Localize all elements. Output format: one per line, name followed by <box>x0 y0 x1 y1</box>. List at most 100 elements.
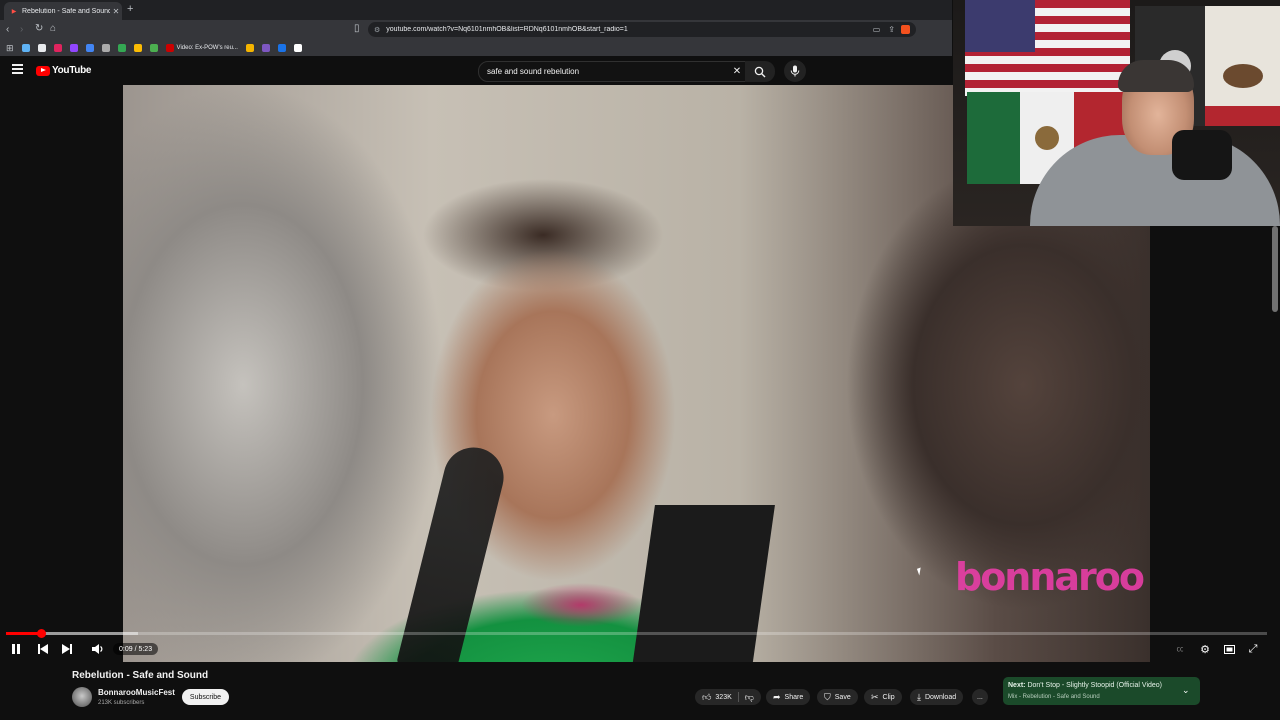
address-bar[interactable]: ⚙ youtube.com/watch?v=Nq6101nmhOB&list=R… <box>368 22 916 37</box>
back-icon[interactable]: ‹ <box>6 24 9 35</box>
browser-tabbar <box>0 0 952 20</box>
like-count[interactable]: 323K <box>715 694 731 701</box>
next-video-title: Don't Stop - Slightly Stoopid (Official … <box>1027 682 1163 689</box>
save-button[interactable]: ⛉ Save <box>817 689 858 705</box>
microphone-stand <box>396 441 510 662</box>
clip-icon: ✂ <box>871 691 879 702</box>
search-input[interactable]: safe and sound rebelution <box>487 67 729 76</box>
site-info-icon[interactable]: ⚙ <box>374 26 380 34</box>
subscriber-count: 213K subscribers <box>98 700 145 706</box>
like-divider <box>737 692 739 702</box>
previous-button[interactable] <box>36 642 50 656</box>
clip-button[interactable]: ✂ Clip <box>864 689 902 705</box>
more-actions-button[interactable]: ... <box>972 689 988 705</box>
search-icon <box>754 66 766 77</box>
clear-search-icon[interactable]: ✕ <box>729 66 745 77</box>
tab-close-icon[interactable]: ✕ <box>110 7 122 16</box>
youtube-logo[interactable]: YouTube <box>36 65 92 76</box>
cast-icon[interactable]: ▭ <box>873 25 881 34</box>
theater-mode-icon <box>1223 644 1235 654</box>
share-label: Share <box>784 693 804 701</box>
played-bar <box>6 632 42 635</box>
download-icon: ⤓ <box>917 691 921 702</box>
reload-icon[interactable]: ↻ <box>35 23 43 34</box>
search-box[interactable]: safe and sound rebelution ✕ <box>478 61 746 82</box>
subscribe-button[interactable]: Subscribe <box>182 689 229 705</box>
channel-name[interactable]: BonnarooMusicFest <box>98 688 175 697</box>
page-scrollbar[interactable] <box>1272 226 1278 312</box>
dislike-icon[interactable]: 👎︎ <box>745 692 754 703</box>
bookmark-favicon-icon[interactable] <box>53 44 62 52</box>
search-button[interactable] <box>745 61 775 82</box>
fullscreen-button[interactable]: ⤢ <box>1246 642 1260 656</box>
miniplayer-button[interactable] <box>1222 642 1236 656</box>
person-headwear <box>1118 60 1194 92</box>
next-icon <box>62 644 72 654</box>
bookmark-favicon-icon[interactable] <box>69 44 78 52</box>
guitar-strap <box>631 505 775 662</box>
fullscreen-icon: ⤢ <box>1248 642 1258 655</box>
next-video-line[interactable]: Next: Don't Stop - Slightly Stoopid (Off… <box>1008 682 1162 689</box>
save-icon: ⛉ <box>824 691 831 702</box>
us-flag-image <box>965 0 1130 96</box>
microphone-image <box>1172 130 1232 180</box>
tab-title: Rebelution - Safe and Sound <box>22 7 110 15</box>
channel-avatar[interactable] <box>72 687 92 707</box>
bookmark-favicon-icon[interactable] <box>149 44 158 52</box>
pause-icon <box>12 644 20 654</box>
video-title: Rebelution - Safe and Sound <box>72 670 209 681</box>
share-button[interactable]: ➦ Share <box>766 689 811 705</box>
bonnaroo-watermark: bonnaroo <box>955 555 1145 599</box>
bookmark-favicon-icon[interactable] <box>117 44 126 52</box>
download-label: Download <box>924 693 957 701</box>
scrubber-handle[interactable] <box>37 629 47 638</box>
bookmark-favicon-icon[interactable] <box>277 44 286 52</box>
pause-button[interactable] <box>9 642 23 656</box>
mix-label: Mix - Rebelution - Safe and Sound <box>1008 694 1100 700</box>
time-display: 0:09 / 5:23 <box>113 643 159 655</box>
previous-icon <box>38 644 48 654</box>
new-tab-button[interactable]: + <box>127 3 133 15</box>
bookmark-favicon-icon[interactable] <box>261 44 270 52</box>
share-page-icon[interactable]: ⇪ <box>888 25 895 34</box>
volume-icon <box>92 644 103 654</box>
bookmark-icon[interactable]: ▯ <box>354 23 360 34</box>
settings-button[interactable]: ⚙ <box>1198 642 1212 656</box>
next-prefix: Next: <box>1008 682 1026 689</box>
microphone-icon <box>790 65 800 77</box>
bookmarks-bar: ⊞ Video: Ex-POW's reu... <box>0 40 952 57</box>
forward-icon[interactable]: › <box>20 24 23 35</box>
bookmark-favicon-icon[interactable] <box>165 44 174 52</box>
brave-shield-icon[interactable] <box>901 25 910 34</box>
progress-bar[interactable] <box>6 629 1267 638</box>
bookmark-favicon-icon[interactable] <box>21 44 30 52</box>
apps-grid-icon[interactable]: ⊞ <box>6 43 14 54</box>
menu-icon[interactable] <box>12 64 23 74</box>
like-dislike-group: 👍︎ 323K 👎︎ <box>695 689 761 705</box>
bookmark-favicon-icon[interactable] <box>37 44 46 52</box>
captions-button[interactable]: ㏄ <box>1173 642 1187 656</box>
bookmark-favicon-icon[interactable] <box>245 44 254 52</box>
bookmark-favicon-icon[interactable] <box>85 44 94 52</box>
more-icon: ... <box>977 693 983 701</box>
youtube-play-icon <box>36 65 50 76</box>
address-url: youtube.com/watch?v=Nq6101nmhOB&list=RDN… <box>386 26 628 33</box>
next-button[interactable] <box>60 642 74 656</box>
like-icon[interactable]: 👍︎ <box>702 692 711 703</box>
home-icon[interactable]: ⌂ <box>50 23 56 34</box>
bookmark-label[interactable]: Video: Ex-POW's reu... <box>177 45 238 51</box>
bookmark-favicon-icon[interactable] <box>101 44 110 52</box>
download-button[interactable]: ⤓ Download <box>910 689 964 705</box>
volume-button[interactable] <box>90 642 106 656</box>
clip-label: Clip <box>882 693 895 701</box>
bookmark-favicon-icon[interactable] <box>133 44 142 52</box>
webcam-overlay <box>953 0 1280 226</box>
chevron-down-icon[interactable]: ⌄ <box>1182 685 1190 696</box>
browser-tab[interactable]: ▶ Rebelution - Safe and Sound ✕ <box>4 2 122 20</box>
settings-gear-icon: ⚙ <box>1200 643 1210 656</box>
bookmark-favicon-icon[interactable] <box>293 44 302 52</box>
share-icon: ➦ <box>773 691 781 702</box>
captions-icon: ㏄ <box>1176 646 1184 653</box>
save-label: Save <box>834 693 851 701</box>
voice-search-button[interactable] <box>784 60 806 82</box>
